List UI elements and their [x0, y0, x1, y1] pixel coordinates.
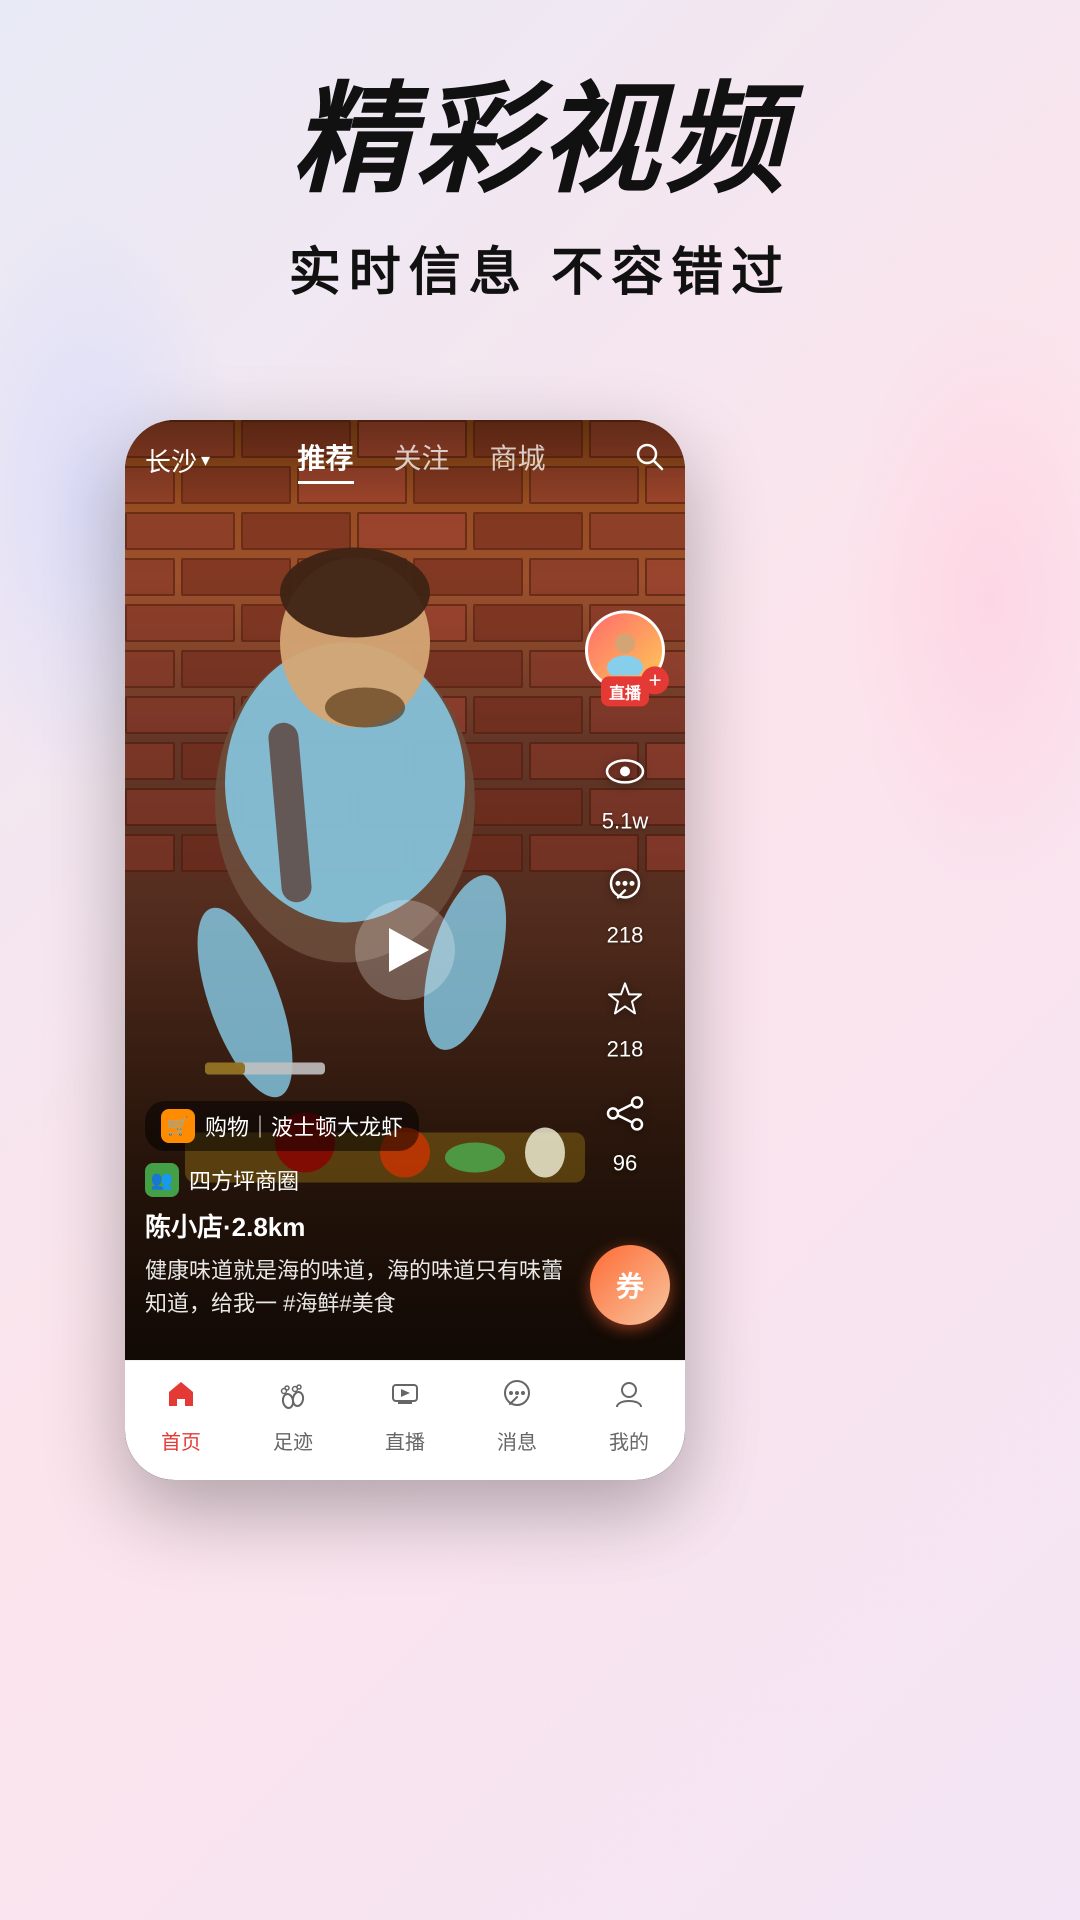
community-icon: 👥: [145, 1163, 179, 1197]
bottom-info: 🛒 购物｜波士顿大龙虾 👥 四方坪商圈 陈小店·2.8km 健康味道就是海的味道…: [145, 1101, 565, 1320]
shopping-tag[interactable]: 🛒 购物｜波士顿大龙虾: [145, 1101, 419, 1151]
right-actions: 直播 + 5.1w: [585, 610, 665, 1176]
eye-icon: [604, 750, 646, 802]
location-button[interactable]: 长沙 ▾: [145, 442, 210, 479]
nav-home[interactable]: 首页: [125, 1377, 237, 1455]
avatar-container[interactable]: 直播 +: [585, 610, 665, 690]
community-tag[interactable]: 👥 四方坪商圈: [145, 1163, 565, 1197]
coupon-badge[interactable]: 券: [590, 1245, 670, 1325]
nav-live[interactable]: 直播: [349, 1377, 461, 1455]
share-icon: [604, 1092, 646, 1144]
video-background: 长沙 ▾ 推荐 关注 商城: [125, 420, 685, 1480]
profile-icon: [612, 1377, 646, 1420]
video-header: 长沙 ▾ 推荐 关注 商城: [125, 420, 685, 500]
store-location: 陈小店·2.8km: [145, 1207, 565, 1244]
play-icon: [389, 928, 429, 972]
coupon-text: 券: [616, 1265, 644, 1305]
comments-count: 218: [607, 922, 644, 948]
nav-message[interactable]: 消息: [461, 1377, 573, 1455]
nav-footprint[interactable]: 足迹: [237, 1377, 349, 1455]
nav-profile-label: 我的: [609, 1426, 649, 1455]
likes-action[interactable]: 218: [604, 978, 646, 1062]
share-action[interactable]: 96: [604, 1092, 646, 1176]
comments-action[interactable]: 218: [604, 864, 646, 948]
nav-profile[interactable]: 我的: [573, 1377, 685, 1455]
location-name: 长沙: [145, 442, 197, 479]
footprint-icon: [276, 1377, 310, 1420]
live-icon: [388, 1377, 422, 1420]
shares-count: 96: [613, 1150, 637, 1176]
bg-decoration-right: [840, 300, 1080, 900]
nav-home-label: 首页: [161, 1426, 201, 1455]
message-icon: [500, 1377, 534, 1420]
hero-title: 精彩视频: [0, 80, 1080, 200]
nav-message-label: 消息: [497, 1426, 537, 1455]
play-button[interactable]: [355, 900, 455, 1000]
hero-subtitle: 实时信息 不容错过: [0, 230, 1080, 305]
bottom-nav: 首页 足迹: [125, 1360, 685, 1480]
comment-icon: [604, 864, 646, 916]
phone-mockup: 长沙 ▾ 推荐 关注 商城: [125, 420, 685, 1480]
likes-count: 218: [607, 1036, 644, 1062]
shopping-cart-icon: 🛒: [161, 1109, 195, 1143]
video-nav-tabs: 推荐 关注 商城: [210, 437, 633, 484]
follow-plus-icon[interactable]: +: [641, 666, 669, 694]
nav-live-label: 直播: [385, 1426, 425, 1455]
tab-follow[interactable]: 关注: [394, 437, 450, 484]
hero-section: 精彩视频 实时信息 不容错过: [0, 80, 1080, 305]
tab-recommend[interactable]: 推荐: [298, 437, 354, 484]
shopping-text: 购物｜波士顿大龙虾: [205, 1110, 403, 1142]
views-action: 5.1w: [602, 750, 648, 834]
coupon-inner: 券: [590, 1245, 670, 1325]
chevron-down-icon: ▾: [201, 450, 210, 471]
search-button[interactable]: [633, 440, 665, 480]
nav-footprint-label: 足迹: [273, 1426, 313, 1455]
views-count: 5.1w: [602, 808, 648, 834]
home-icon: [164, 1377, 198, 1420]
community-name: 四方坪商圈: [189, 1164, 299, 1196]
tab-mall[interactable]: 商城: [490, 437, 546, 484]
video-description: 健康味道就是海的味道，海的味道只有味蕾知道，给我一 #海鲜#美食: [145, 1254, 565, 1320]
star-icon: [604, 978, 646, 1030]
